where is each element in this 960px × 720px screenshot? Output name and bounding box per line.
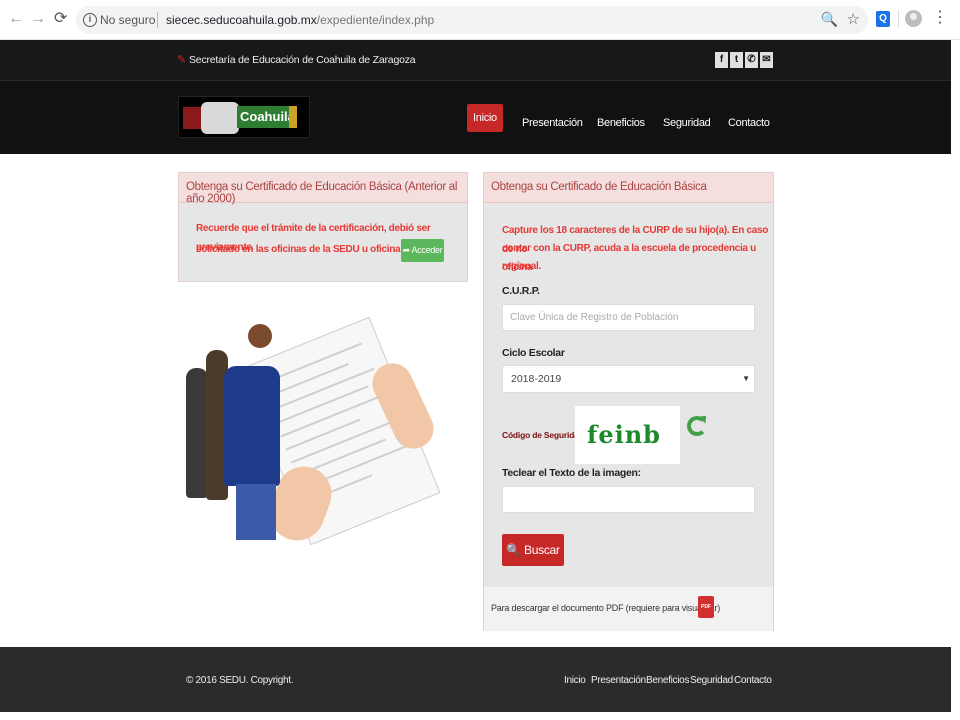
student-girl-1: [186, 368, 208, 498]
footer-link-beneficios[interactable]: Beneficios: [646, 675, 689, 686]
nav-contacto[interactable]: Contacto: [728, 117, 770, 129]
captcha-image: feinb: [575, 406, 680, 464]
browser-toolbar: ← → ⟳ i No seguro siecec.seducoahuila.go…: [0, 0, 960, 40]
facebook-icon[interactable]: f: [715, 52, 728, 68]
student-boy-head: [248, 324, 272, 348]
state-crest-icon: [201, 102, 239, 134]
map-pin-icon: ✎: [177, 54, 187, 66]
footer-link-inicio[interactable]: Inicio: [564, 675, 586, 686]
curp-input[interactable]: Clave Única de Registro de Población: [502, 304, 755, 331]
panel-certificate-before-2000: Obtenga su Certificado de Educación Bási…: [178, 172, 468, 282]
nav-beneficios[interactable]: Beneficios: [597, 117, 645, 129]
coahuila-logo[interactable]: Coahuila: [178, 96, 310, 138]
profile-avatar-icon[interactable]: [905, 10, 922, 27]
reload-icon[interactable]: ⟳: [54, 10, 67, 28]
security-status[interactable]: No seguro: [100, 13, 155, 27]
captcha-label: Código de Seguridad:: [502, 430, 587, 440]
dropdown-caret-icon: ▼: [742, 374, 750, 383]
ciclo-selected-value: 2018-2019: [511, 373, 562, 385]
address-bar[interactable]: i No seguro siecec.seducoahuila.gob.mx/e…: [76, 6, 868, 34]
logo-text: Coahuila: [237, 106, 295, 128]
certificate-illustration: [178, 316, 441, 549]
copyright-text: © 2016 SEDU. Copyright.: [186, 675, 294, 686]
pdf-download-row: Para descargar el documento PDF (requier…: [484, 587, 773, 631]
back-arrow-icon[interactable]: ←: [8, 10, 24, 28]
twitter-icon[interactable]: t: [730, 52, 743, 68]
site-header: Coahuila Inicio Presentación Beneficios …: [0, 81, 951, 154]
captcha-input-label: Teclear el Texto de la imagen:: [502, 467, 641, 479]
toolbar-divider: [898, 10, 899, 28]
curp-notice-line3: regional.: [502, 261, 541, 272]
buscar-button[interactable]: 🔍 Buscar: [502, 534, 564, 566]
gobierno-logo-mark: [183, 107, 201, 129]
nav-seguridad[interactable]: Seguridad: [663, 117, 711, 129]
info-icon[interactable]: i: [83, 13, 97, 27]
omnibox-divider: [157, 12, 158, 28]
student-boy-jeans: [236, 484, 276, 540]
nav-presentacion[interactable]: Presentación: [522, 117, 583, 129]
footer-link-contacto[interactable]: Contacto: [734, 675, 772, 686]
panel-title: Obtenga su Certificado de Educación Bási…: [179, 173, 467, 205]
phone-icon[interactable]: ✆: [745, 52, 758, 68]
bookmark-star-icon[interactable]: ☆: [847, 10, 860, 28]
top-info-bar: ✎ Secretaría de Educación de Coahuila de…: [0, 40, 951, 81]
panel-certificate-search: Obtenga su Certificado de Educación Bási…: [483, 172, 774, 631]
url-text[interactable]: siecec.seducoahuila.gob.mx/expediente/in…: [166, 13, 434, 27]
pdf-download-text: Para descargar el documento PDF (requier…: [491, 603, 721, 613]
browser-menu-icon[interactable]: ⋮: [932, 9, 948, 27]
panel-title: Obtenga su Certificado de Educación Bási…: [484, 173, 773, 203]
ciclo-select[interactable]: 2018-2019 ▼: [502, 365, 755, 393]
nav-inicio[interactable]: Inicio: [467, 104, 503, 132]
footer-link-presentacion[interactable]: Presentación: [591, 675, 646, 686]
organization-name: Secretaría de Educación de Coahuila de Z…: [189, 54, 416, 66]
captcha-text: feinb: [587, 420, 661, 449]
extension-icon[interactable]: Q: [876, 11, 890, 27]
student-boy: [224, 366, 280, 486]
footer-link-seguridad[interactable]: Seguridad: [690, 675, 733, 686]
refresh-captcha-icon[interactable]: [687, 416, 707, 436]
zoom-icon[interactable]: 🔍: [821, 11, 838, 28]
mail-icon[interactable]: ✉: [760, 52, 773, 68]
ciclo-label: Ciclo Escolar: [502, 347, 565, 359]
curp-label: C.U.R.P.: [502, 285, 540, 297]
acceder-button[interactable]: ➦ Acceder: [401, 239, 444, 262]
forward-arrow-icon[interactable]: →: [30, 10, 46, 28]
captcha-input[interactable]: [502, 486, 755, 513]
logo-flag-mark: [289, 106, 297, 128]
curp-notice-line2: contar con la CURP, acuda a la escuela d…: [502, 243, 756, 273]
pdf-icon[interactable]: PDF: [698, 596, 714, 618]
site-footer: © 2016 SEDU. Copyright. Inicio Presentac…: [0, 647, 951, 712]
